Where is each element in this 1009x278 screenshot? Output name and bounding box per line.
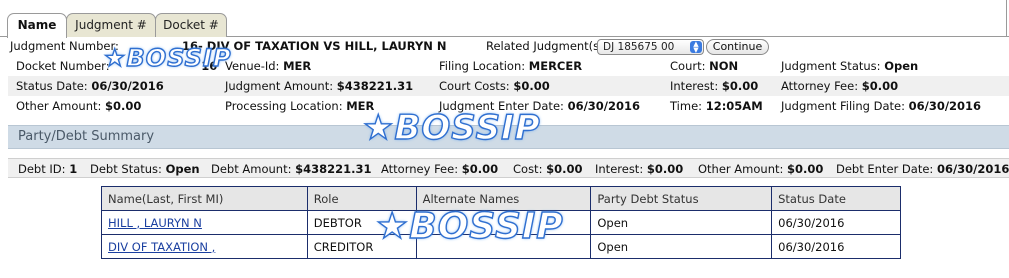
status-date: Status Date: 06/30/2016: [16, 79, 164, 93]
related-judgments-select[interactable]: DJ 185675 00 ▲ ▼: [597, 39, 704, 55]
debt-amount: Debt Amount: $438221.31: [211, 162, 372, 176]
party-debt-status: Open: [590, 210, 773, 235]
debt-enter-date: Debt Enter Date: 06/30/2016: [836, 162, 1009, 176]
star-icon: ★: [103, 43, 127, 72]
select-arrows-icon: ▲ ▼: [690, 41, 702, 54]
judgment-row-2: Status Date: 06/30/2016 Judgment Amount:…: [8, 76, 1009, 96]
other-amount: Other Amount: $0.00: [16, 99, 142, 113]
venue-id: Venue-Id: MER: [225, 59, 312, 73]
party-status-date: 06/30/2016: [771, 234, 901, 259]
debt-id: Debt ID: 1: [18, 162, 78, 176]
tab-bar: Name Judgment # Docket #: [0, 0, 1009, 38]
party-status-date: 06/30/2016: [771, 210, 901, 235]
tab-docket-number[interactable]: Docket #: [155, 13, 227, 37]
related-judgments-selected: DJ 185675 00: [603, 41, 675, 53]
court: Court: NON: [670, 59, 739, 73]
tab-name[interactable]: Name: [7, 13, 67, 38]
court-costs: Court Costs: $0.00: [439, 79, 550, 93]
debt-status: Debt Status: Open: [90, 162, 200, 176]
watermark-logo: ★BOSSIP: [103, 43, 232, 72]
party-name-link[interactable]: DIV OF TAXATION ,: [108, 240, 215, 254]
debt-summary-row: Debt ID: 1 Debt Status: Open Debt Amount…: [8, 158, 1009, 178]
judgment-amount: Judgment Amount: $438221.31: [225, 79, 414, 93]
judgment-number-label: Judgment Number:: [10, 39, 119, 53]
column-header-status-date: Status Date: [771, 186, 901, 211]
judgment-status: Judgment Status: Open: [781, 59, 919, 73]
filing-location: Filing Location: MERCER: [439, 59, 583, 73]
tab-judgment-number[interactable]: Judgment #: [66, 13, 156, 37]
debt-interest: Interest: $0.00: [595, 162, 684, 176]
star-icon: ★: [375, 205, 410, 247]
party-name-link[interactable]: HILL , LAURYN N: [108, 216, 202, 230]
party-debt-status: Open: [590, 234, 773, 259]
party-name-cell: DIV OF TAXATION ,: [101, 234, 308, 259]
watermark-logo: ★BOSSIP: [362, 107, 541, 148]
continue-button[interactable]: Continue: [706, 39, 769, 55]
section-title: Party/Debt Summary: [18, 129, 155, 144]
column-header-name: Name(Last, First MI): [101, 186, 308, 211]
attorney-fee: Attorney Fee: $0.00: [781, 79, 899, 93]
right-divider: [1006, 0, 1007, 37]
star-icon: ★: [362, 107, 395, 148]
debt-attorney-fee: Attorney Fee: $0.00: [381, 162, 499, 176]
interest: Interest: $0.00: [670, 79, 759, 93]
time: Time: 12:05AM: [670, 99, 763, 113]
party-name-cell: HILL , LAURYN N: [101, 210, 308, 235]
related-judgments-label: Related Judgment(s): [486, 39, 604, 53]
judgment-filing-date: Judgment Filing Date: 06/30/2016: [781, 99, 982, 113]
processing-location: Processing Location: MER: [225, 99, 375, 113]
debt-other-amount: Other Amount: $0.00: [698, 162, 824, 176]
watermark-logo: ★BOSSIP: [375, 205, 564, 247]
column-header-party-debt-status: Party Debt Status: [590, 186, 773, 211]
debt-cost: Cost: $0.00: [513, 162, 583, 176]
